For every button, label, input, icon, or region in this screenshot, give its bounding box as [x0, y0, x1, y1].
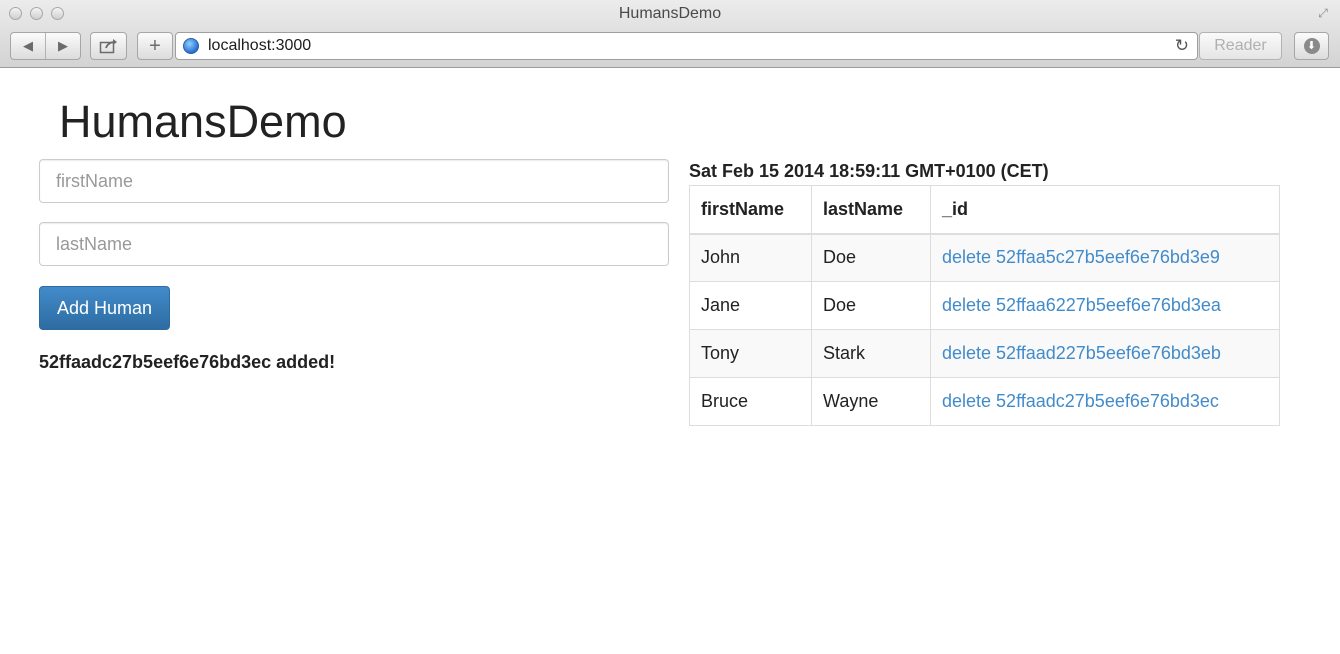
- column-header-id: _id: [930, 185, 1280, 235]
- window-title: HumansDemo: [618, 5, 722, 22]
- timestamp: Sat Feb 15 2014 18:59:11 GMT+0100 (CET): [689, 161, 1049, 181]
- delete-link[interactable]: delete 52ffaa5c27b5eef6e76bd3e9: [942, 247, 1220, 267]
- plus-icon: +: [149, 34, 161, 57]
- address-text[interactable]: localhost:3000: [208, 37, 311, 55]
- last-name-input[interactable]: [39, 222, 669, 266]
- last-name-cell: Wayne: [811, 377, 931, 426]
- id-cell: delete 52ffaadc27b5eef6e76bd3ec: [930, 377, 1280, 426]
- humans-table: firstName lastName _id John Doe delete 5…: [689, 185, 1280, 426]
- reload-icon[interactable]: ↻: [1175, 36, 1189, 56]
- id-cell: delete 52ffaa5c27b5eef6e76bd3e9: [930, 233, 1280, 282]
- browser-toolbar: HumansDemo ⤢ ◀ ▶ + localhost:3000 ↻ Read…: [0, 0, 1340, 68]
- delete-link[interactable]: delete 52ffaadc27b5eef6e76bd3ec: [942, 391, 1219, 411]
- table-row: Jane Doe delete 52ffaa6227b5eef6e76bd3ea: [689, 281, 1280, 330]
- last-name-cell: Doe: [811, 281, 931, 330]
- first-name-cell: John: [689, 233, 812, 282]
- globe-icon: [183, 38, 199, 54]
- table-row: John Doe delete 52ffaa5c27b5eef6e76bd3e9: [689, 233, 1280, 282]
- last-name-cell: Stark: [811, 329, 931, 378]
- forward-button[interactable]: ▶: [46, 33, 80, 59]
- downloads-button[interactable]: ⬇: [1294, 32, 1329, 60]
- reader-button[interactable]: Reader: [1199, 32, 1282, 60]
- share-button[interactable]: [90, 32, 127, 60]
- forward-arrow-icon: ▶: [57, 38, 68, 53]
- share-icon: [99, 39, 117, 54]
- add-human-button[interactable]: Add Human: [39, 286, 170, 330]
- page-title: HumansDemo: [59, 96, 347, 147]
- last-name-cell: Doe: [811, 233, 931, 282]
- new-tab-button[interactable]: +: [137, 32, 173, 60]
- download-icon: ⬇: [1303, 38, 1320, 54]
- first-name-cell: Jane: [689, 281, 812, 330]
- table-header-row: firstName lastName _id: [689, 185, 1280, 235]
- column-header-firstname: firstName: [689, 185, 812, 235]
- back-arrow-icon: ◀: [23, 38, 33, 53]
- first-name-cell: Bruce: [689, 377, 812, 426]
- first-name-input[interactable]: [39, 159, 669, 203]
- back-forward-group: ◀ ▶: [10, 32, 81, 60]
- delete-link[interactable]: delete 52ffaa6227b5eef6e76bd3ea: [942, 295, 1221, 315]
- address-bar[interactable]: localhost:3000 ↻: [175, 32, 1198, 60]
- id-cell: delete 52ffaad227b5eef6e76bd3eb: [930, 329, 1280, 378]
- fullscreen-icon[interactable]: ⤢: [1316, 6, 1330, 20]
- first-name-cell: Tony: [689, 329, 812, 378]
- id-cell: delete 52ffaa6227b5eef6e76bd3ea: [930, 281, 1280, 330]
- delete-link[interactable]: delete 52ffaad227b5eef6e76bd3eb: [942, 343, 1221, 363]
- table-row: Bruce Wayne delete 52ffaadc27b5eef6e76bd…: [689, 377, 1280, 426]
- status-message: 52ffaadc27b5eef6e76bd3ec added!: [39, 352, 336, 372]
- table-row: Tony Stark delete 52ffaad227b5eef6e76bd3…: [689, 329, 1280, 378]
- back-button[interactable]: ◀: [11, 33, 45, 59]
- column-header-lastname: lastName: [811, 185, 931, 235]
